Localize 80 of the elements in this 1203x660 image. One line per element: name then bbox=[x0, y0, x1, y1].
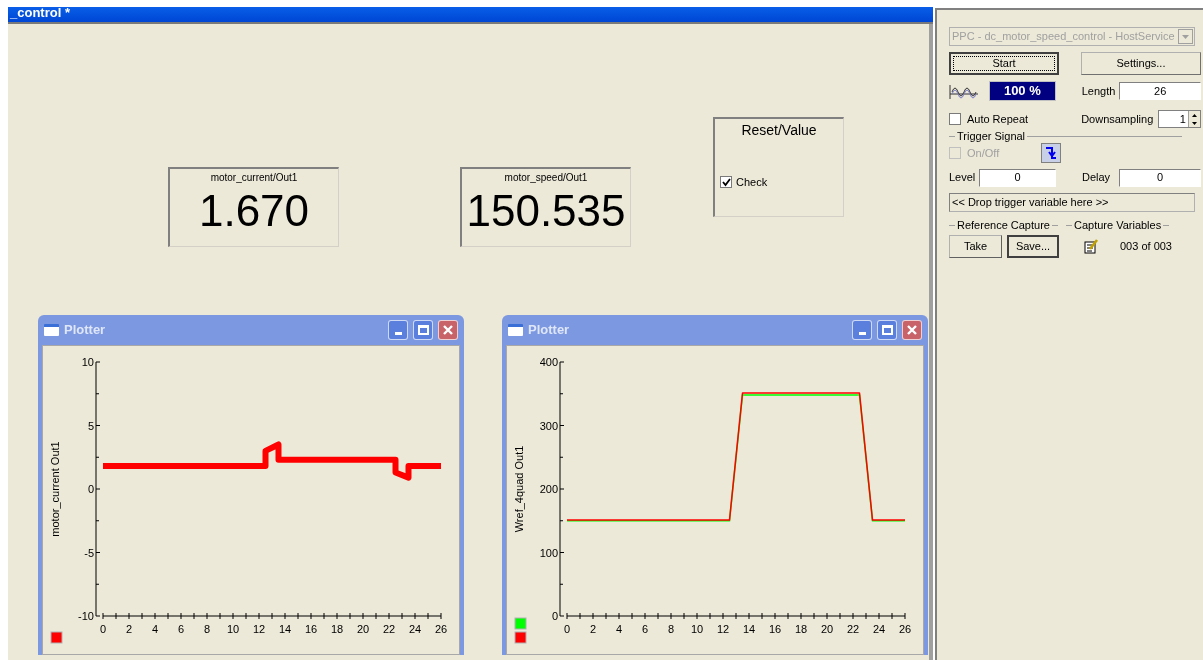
field-label: Delay bbox=[1082, 170, 1112, 186]
tick-label: 20 bbox=[820, 623, 834, 635]
tick-label: 26 bbox=[898, 623, 912, 635]
checkbox[interactable] bbox=[720, 176, 732, 189]
tick-label: 22 bbox=[382, 623, 396, 635]
notepad-pencil-icon bbox=[1084, 239, 1099, 254]
plotter-title: Plotter bbox=[528, 321, 571, 340]
tick-label: 14 bbox=[742, 623, 756, 635]
tick-label: 4 bbox=[615, 623, 623, 635]
waveform-icon bbox=[949, 82, 979, 100]
maximize-button[interactable] bbox=[877, 320, 897, 340]
tick-label: 0 bbox=[99, 623, 107, 635]
minimize-button[interactable] bbox=[852, 320, 872, 340]
tick-label: 26 bbox=[434, 623, 448, 635]
capture-count: 003 of 003 bbox=[1120, 239, 1172, 255]
tick-label: 300 bbox=[539, 419, 558, 432]
tick-label: 24 bbox=[872, 623, 886, 635]
tick-label: 100 bbox=[539, 546, 558, 559]
field-label: Downsampling bbox=[1081, 111, 1154, 127]
display-label: motor_speed/Out1 bbox=[504, 172, 588, 184]
field-label: Length bbox=[1081, 83, 1116, 99]
tick-label: 10 bbox=[226, 623, 240, 635]
level-field[interactable]: 0 bbox=[979, 168, 1056, 187]
group-title: Capture Variables bbox=[1072, 217, 1163, 233]
settings-button[interactable]: Settings... bbox=[1081, 51, 1201, 75]
downsampling-spinner[interactable]: 1 bbox=[1158, 110, 1201, 128]
panel-title: Reset/Value bbox=[740, 122, 818, 138]
display-value: 150.535 bbox=[466, 186, 626, 236]
tick-label: 22 bbox=[846, 623, 860, 635]
tick-label: 18 bbox=[794, 623, 808, 635]
display-value: 1.670 bbox=[198, 186, 310, 236]
length-field[interactable]: 26 bbox=[1119, 82, 1201, 100]
tick-label: 8 bbox=[203, 623, 211, 635]
checkbox-label: On/Off bbox=[967, 145, 1001, 161]
window-icon bbox=[508, 324, 523, 336]
plotter-title: Plotter bbox=[64, 321, 107, 340]
tick-label: 0 bbox=[563, 623, 571, 635]
tick-label: 20 bbox=[356, 623, 370, 635]
field-label: Level bbox=[949, 170, 977, 186]
tick-label: 8 bbox=[667, 623, 675, 635]
minimize-button[interactable] bbox=[388, 320, 408, 340]
tick-label: 5 bbox=[87, 419, 94, 432]
tick-label: 4 bbox=[151, 623, 159, 635]
window-icon bbox=[44, 324, 59, 336]
tick-label: -5 bbox=[84, 546, 94, 559]
group-title: Trigger Signal bbox=[956, 128, 1027, 144]
tick-label: 16 bbox=[304, 623, 318, 635]
tick-label: 18 bbox=[330, 623, 344, 635]
checkbox-label: Auto Repeat bbox=[966, 111, 1030, 127]
tick-label: 400 bbox=[539, 356, 558, 368]
tick-label: 6 bbox=[641, 623, 649, 635]
tick-label: 24 bbox=[408, 623, 422, 635]
tick-label: 6 bbox=[177, 623, 185, 635]
checkbox[interactable] bbox=[949, 113, 961, 125]
group-title: Reference Capture bbox=[956, 217, 1051, 233]
tick-label: 14 bbox=[278, 623, 292, 635]
spinner-arrows-icon[interactable] bbox=[1188, 111, 1200, 127]
tick-label: 10 bbox=[81, 356, 94, 368]
tick-label: 12 bbox=[716, 623, 730, 635]
tick-label: -10 bbox=[78, 610, 94, 622]
window-title: _control * bbox=[10, 7, 70, 19]
display-label: motor_current/Out1 bbox=[210, 172, 298, 184]
drop-zone[interactable]: << Drop trigger variable here >> bbox=[949, 193, 1195, 212]
tick-label: 2 bbox=[125, 623, 133, 635]
maximize-button[interactable] bbox=[413, 320, 433, 340]
tick-label: 0 bbox=[87, 483, 94, 495]
progress-reading: 100 % bbox=[989, 81, 1056, 101]
axis-label: motor_current Out1 bbox=[49, 441, 61, 537]
capture-button[interactable]: Take bbox=[949, 235, 1002, 258]
delay-field[interactable]: 0 bbox=[1119, 168, 1201, 187]
check-checkbox[interactable]: Check bbox=[720, 174, 843, 191]
tick-label: 12 bbox=[252, 623, 266, 635]
tick-label: 200 bbox=[539, 483, 558, 495]
tick-label: 16 bbox=[768, 623, 782, 635]
tick-label: 2 bbox=[589, 623, 597, 635]
tick-label: 0 bbox=[551, 610, 558, 622]
tick-label: 10 bbox=[690, 623, 704, 635]
capture-button[interactable]: Save... bbox=[1007, 235, 1059, 258]
axis-label: Wref_4quad Out1 bbox=[513, 445, 525, 533]
start-button[interactable]: Start bbox=[949, 51, 1059, 75]
